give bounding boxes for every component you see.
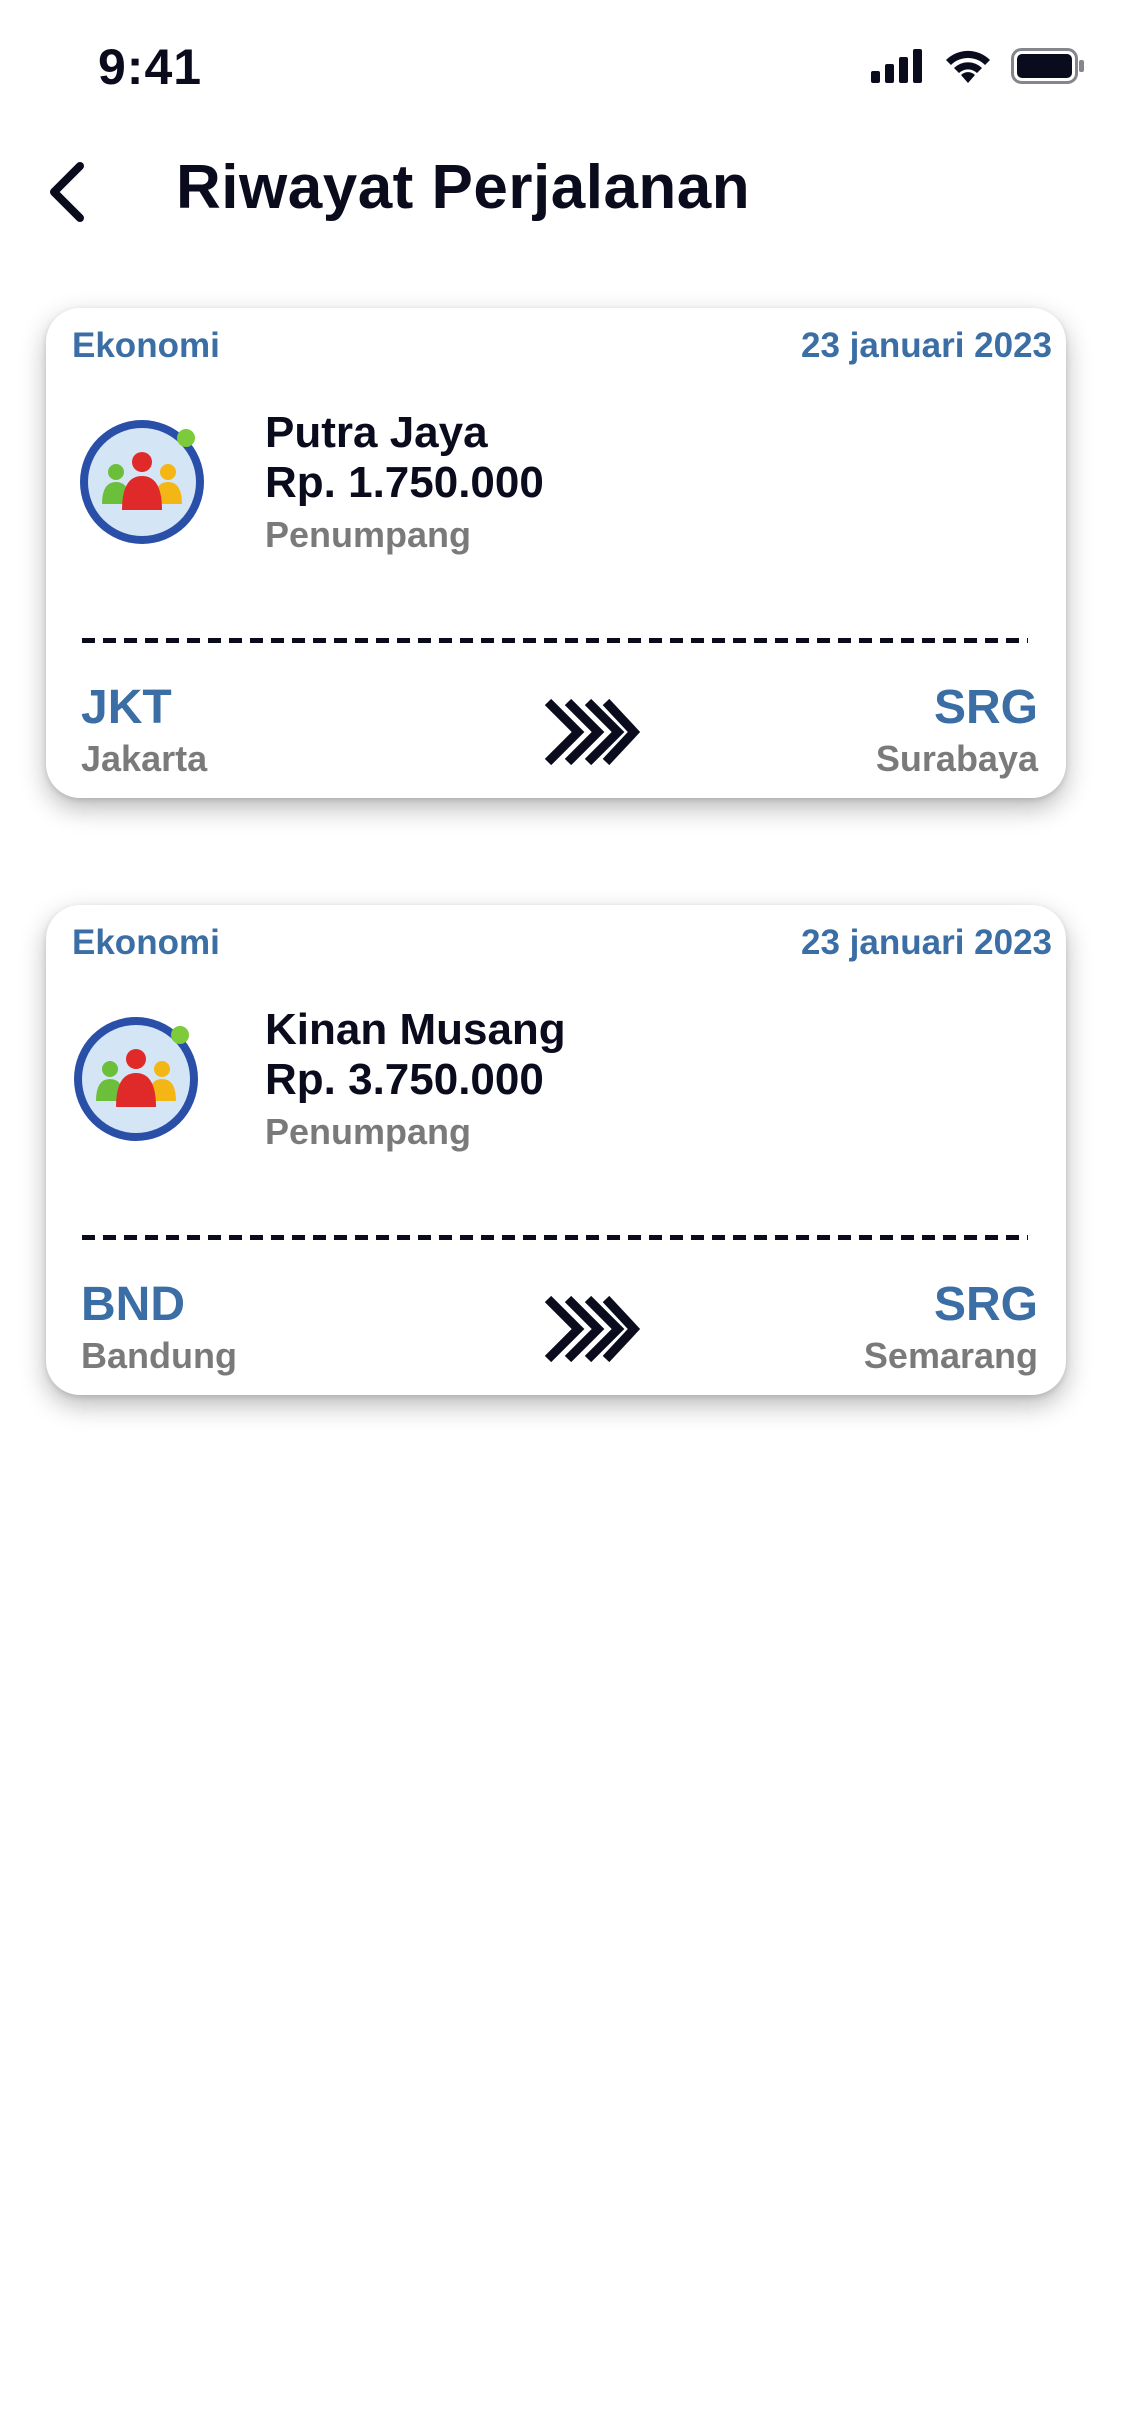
passenger-name: Kinan Musang xyxy=(265,1005,566,1054)
trip-card[interactable]: Ekonomi 23 januari 2023 Kinan Musang Rp.… xyxy=(46,905,1066,1395)
passengers-icon xyxy=(74,1017,198,1141)
app-header: Riwayat Perjalanan xyxy=(0,140,1125,240)
cellular-signal-icon xyxy=(871,49,922,83)
destination-code: SRG xyxy=(933,681,1038,734)
wifi-icon xyxy=(946,50,990,83)
origin-city: Bandung xyxy=(81,1335,237,1376)
passenger-type: Penumpang xyxy=(265,514,472,555)
trip-date: 23 januari 2023 xyxy=(801,923,1052,962)
travel-class-label: Ekonomi xyxy=(72,326,220,365)
passenger-type: Penumpang xyxy=(265,1111,472,1152)
origin-code: BND xyxy=(81,1278,185,1331)
destination-city: Surabaya xyxy=(875,738,1038,779)
chevrons-right-icon xyxy=(544,1295,640,1363)
origin-code: JKT xyxy=(81,681,172,734)
back-button[interactable] xyxy=(36,156,96,228)
battery-icon xyxy=(1011,48,1084,84)
status-time: 9:41 xyxy=(98,39,203,95)
ticket-price: Rp. 1.750.000 xyxy=(265,458,544,507)
trip-card[interactable]: Ekonomi 23 januari 2023 Putra Jaya Rp. 1… xyxy=(46,308,1066,798)
page-title: Riwayat Perjalanan xyxy=(176,153,751,222)
ticket-price: Rp. 3.750.000 xyxy=(265,1055,544,1104)
origin-city: Jakarta xyxy=(81,738,208,779)
dashed-divider xyxy=(82,638,1028,643)
dashed-divider xyxy=(82,1235,1028,1240)
travel-class-label: Ekonomi xyxy=(72,923,220,962)
status-icons xyxy=(871,48,1085,84)
status-bar: 9:41 xyxy=(0,0,1125,140)
chevrons-right-icon xyxy=(544,698,640,766)
passenger-name: Putra Jaya xyxy=(265,408,488,457)
destination-code: SRG xyxy=(933,1278,1038,1331)
trip-date: 23 januari 2023 xyxy=(801,326,1052,365)
chevron-left-icon xyxy=(50,162,84,222)
destination-city: Semarang xyxy=(863,1335,1038,1376)
passengers-icon xyxy=(80,420,204,544)
